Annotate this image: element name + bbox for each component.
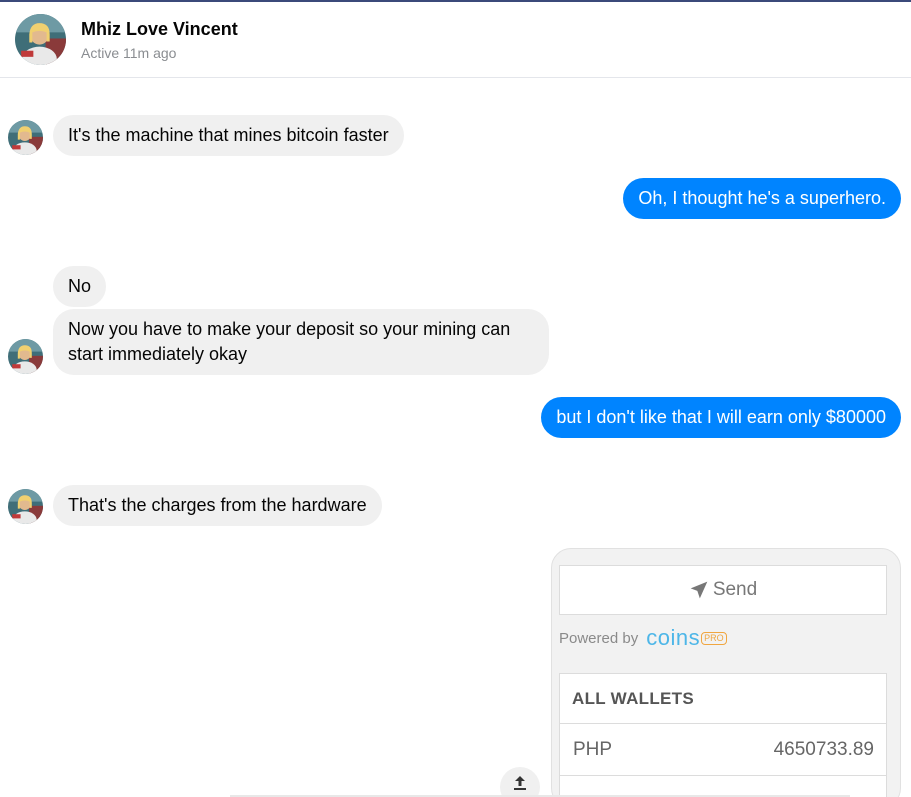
powered-by-text: Powered by (559, 629, 639, 647)
message-bubble-outgoing[interactable]: but I don't like that I will earn only $… (541, 397, 901, 438)
message-bubble-incoming[interactable]: Now you have to make your deposit so you… (53, 309, 549, 375)
share-icon (514, 776, 526, 790)
contact-name[interactable]: Mhiz Love Vincent (81, 19, 238, 40)
wallets-header: ALL WALLETS (560, 674, 886, 724)
send-button: Send (559, 565, 887, 615)
share-button[interactable] (500, 767, 540, 797)
pro-badge: PRO (701, 631, 727, 645)
wallet-balance: 4650733.89 (773, 738, 874, 760)
send-label: Send (712, 579, 758, 600)
active-status: Active 11m ago (81, 45, 177, 61)
conversation-header: Mhiz Love Vincent Active 11m ago (0, 2, 911, 78)
message-bubble-incoming[interactable]: It's the machine that mines bitcoin fast… (53, 115, 404, 156)
paper-plane-icon (690, 581, 708, 599)
wallet-row: PHP 4650733.89 (560, 724, 886, 776)
sender-avatar[interactable] (8, 120, 43, 155)
wallets-panel: ALL WALLETS PHP 4650733.89 (559, 673, 887, 797)
contact-avatar[interactable] (15, 14, 66, 65)
message-bubble-incoming[interactable]: That's the charges from the hardware (53, 485, 382, 526)
sender-avatar[interactable] (8, 489, 43, 524)
powered-by-line: Powered by coins PRO (559, 625, 727, 651)
sender-avatar[interactable] (8, 339, 43, 374)
wallet-currency: PHP (573, 738, 613, 760)
message-bubble-incoming[interactable]: No (53, 266, 107, 307)
message-bubble-outgoing[interactable]: Oh, I thought he's a superhero. (623, 178, 901, 219)
screenshot-attachment[interactable]: Send Powered by coins PRO ALL WALLETS PH… (551, 548, 901, 797)
coins-logo: coins (646, 625, 701, 650)
